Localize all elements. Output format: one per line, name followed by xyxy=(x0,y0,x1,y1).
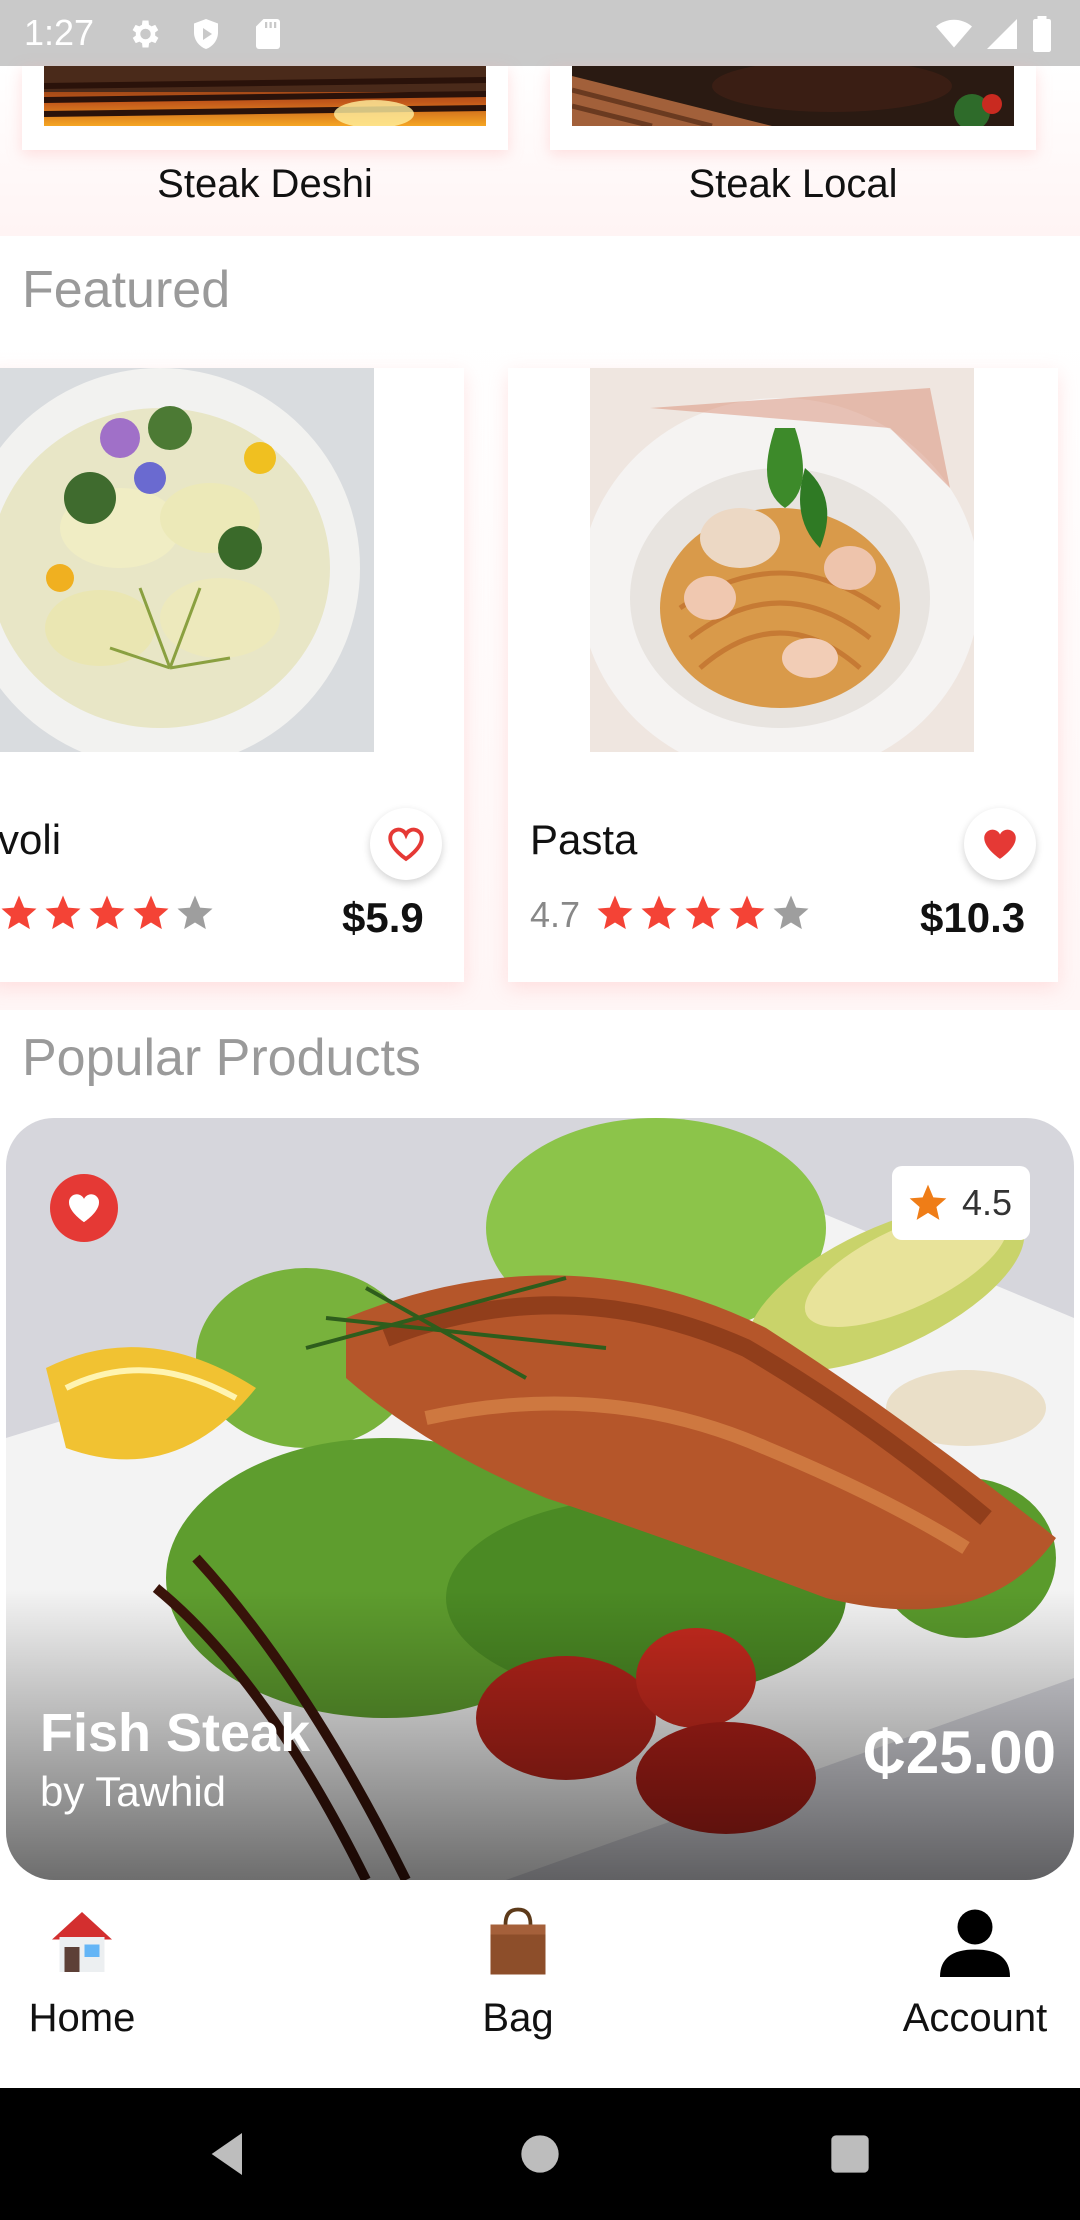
featured-card-pasta[interactable]: Pasta 4.7 $10.3 xyxy=(508,368,1058,982)
nav-home[interactable]: Home xyxy=(22,1902,142,2041)
category-card-steak-local[interactable] xyxy=(550,66,1036,150)
system-navigation-bar xyxy=(0,2088,1080,2220)
category-label: Steak Local xyxy=(688,162,898,206)
nav-label: Home xyxy=(28,1996,136,2040)
favorite-button[interactable] xyxy=(964,808,1036,880)
heart-filled-icon xyxy=(984,829,1016,859)
star-filled-icon xyxy=(597,895,633,930)
gear-icon xyxy=(126,16,162,52)
product-name: Fish Steak xyxy=(40,1703,311,1763)
rating-value: 4.5 xyxy=(962,1182,1013,1223)
battery-icon xyxy=(1030,16,1054,52)
rating-value: 4.7 xyxy=(530,894,581,935)
category-label: Steak Deshi xyxy=(157,162,373,206)
popular-product-card[interactable]: 4.5 Fish Steak by Tawhid ₵25.00 xyxy=(6,1118,1074,1880)
featured-item-price: $10.3 xyxy=(920,894,1026,941)
star-filled-icon xyxy=(685,895,721,930)
shield-icon xyxy=(188,16,224,52)
star-filled-icon xyxy=(729,895,765,930)
rating-badge: 4.5 xyxy=(892,1166,1030,1240)
nav-label: Account xyxy=(902,1996,1048,2040)
heart-filled-icon xyxy=(68,1194,100,1223)
star-icon xyxy=(909,1184,947,1220)
favorite-button[interactable] xyxy=(50,1174,118,1242)
status-bar: 1:27 xyxy=(0,0,1080,66)
featured-item-price: $5.9 xyxy=(342,894,424,941)
category-card-steak-deshi[interactable] xyxy=(22,66,508,150)
featured-list: voli $5.9 Pasta 4.7 $10.3 xyxy=(0,330,1080,1010)
star-filled-icon xyxy=(45,895,81,930)
star-rating xyxy=(594,892,812,934)
product-author: by Tawhid xyxy=(40,1768,227,1815)
favorite-button[interactable] xyxy=(370,808,442,880)
bag-icon xyxy=(490,1907,546,1975)
bottom-navigation: Home Bag Account xyxy=(0,1880,1080,2088)
back-icon[interactable] xyxy=(200,2126,256,2182)
featured-title: Featured xyxy=(22,261,231,319)
grilled-steak-photo xyxy=(44,66,486,126)
star-rating xyxy=(0,892,216,934)
star-empty-icon xyxy=(773,895,809,930)
category-row: Steak Deshi Steak Local xyxy=(0,66,1080,236)
product-price: ₵25.00 xyxy=(862,1719,1056,1786)
home-icon xyxy=(52,1912,112,1972)
nav-account[interactable]: Account xyxy=(890,1902,1060,2041)
status-time: 1:27 xyxy=(24,12,95,53)
star-filled-icon xyxy=(641,895,677,930)
sd-card-icon xyxy=(250,16,286,52)
ravioli-photo xyxy=(0,368,374,752)
featured-item-name: voli xyxy=(0,816,62,863)
star-filled-icon xyxy=(133,895,169,930)
heart-outline-icon xyxy=(388,827,424,862)
account-icon xyxy=(940,1909,1010,1977)
pasta-photo xyxy=(590,368,974,752)
home-circle-icon[interactable] xyxy=(512,2126,568,2182)
featured-card-ravioli[interactable]: voli $5.9 xyxy=(0,368,464,982)
recents-icon[interactable] xyxy=(822,2126,878,2182)
star-filled-icon xyxy=(1,895,37,930)
nav-label: Bag xyxy=(482,1996,554,2040)
steak-on-board-photo xyxy=(572,66,1014,126)
popular-products-title: Popular Products xyxy=(22,1029,421,1087)
featured-item-name: Pasta xyxy=(530,816,638,863)
wifi-icon xyxy=(936,16,972,52)
nav-bag[interactable]: Bag xyxy=(458,1902,578,2041)
signal-icon xyxy=(984,16,1020,52)
star-filled-icon xyxy=(89,895,125,930)
star-empty-icon xyxy=(177,895,213,930)
